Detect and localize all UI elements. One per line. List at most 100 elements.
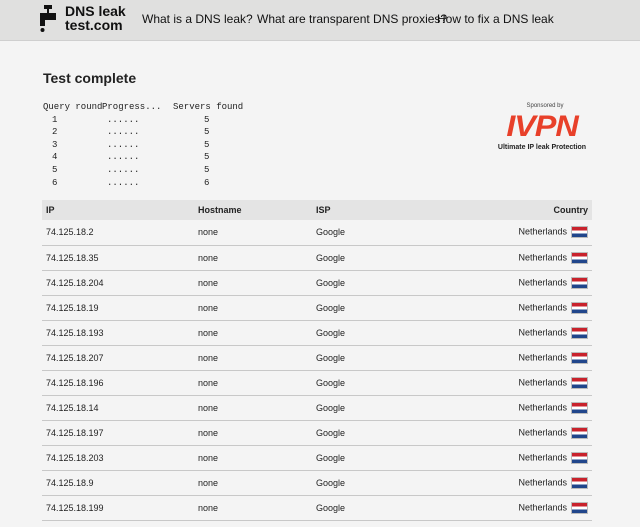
hostname-cell: none <box>198 477 219 488</box>
page-title: Test complete <box>43 70 137 86</box>
country-name: Netherlands <box>518 351 567 362</box>
ip-cell: 74.125.18.199 <box>46 502 104 513</box>
country-cell: Netherlands <box>472 245 592 270</box>
table-row: 74.125.18.193 none Google Netherlands <box>42 320 592 345</box>
netherlands-flag-icon <box>571 326 588 339</box>
ip-cell: 74.125.18.203 <box>46 452 104 463</box>
netherlands-flag-icon <box>571 401 588 414</box>
round-servers: 5 <box>204 152 210 163</box>
ip-cell: 74.125.18.197 <box>46 427 104 438</box>
ivpn-logo: IVPN <box>506 110 578 143</box>
table-row: 74.125.18.2 none Google Netherlands <box>42 220 592 245</box>
table-row: 74.125.18.197 none Google Netherlands <box>42 420 592 445</box>
table-row: 74.125.18.203 none Google Netherlands <box>42 445 592 470</box>
round-servers: 5 <box>204 114 210 125</box>
isp-cell: Google <box>316 327 346 338</box>
dns-results-table: IP Hostname ISP Country 74.125.18.2 none… <box>42 200 592 521</box>
round-number: 3 <box>52 139 58 150</box>
ip-cell: 74.125.18.196 <box>46 377 104 388</box>
isp-cell: Google <box>316 477 346 488</box>
netherlands-flag-icon <box>571 476 588 489</box>
round-number: 6 <box>52 177 58 188</box>
country-name: Netherlands <box>518 401 567 412</box>
ip-cell: 74.125.18.193 <box>46 327 104 338</box>
country-cell: Netherlands <box>472 445 592 470</box>
isp-cell: Google <box>316 377 346 388</box>
isp-cell: Google <box>316 402 346 413</box>
netherlands-flag-icon <box>571 451 588 464</box>
netherlands-flag-icon <box>571 351 588 364</box>
table-row: 74.125.18.204 none Google Netherlands <box>42 270 592 295</box>
hostname-cell: none <box>198 352 219 363</box>
ip-cell: 74.125.18.2 <box>46 227 94 238</box>
column-header-hostname: Hostname <box>198 205 242 215</box>
netherlands-flag-icon <box>571 301 588 314</box>
isp-cell: Google <box>316 427 346 438</box>
netherlands-flag-icon <box>571 276 588 289</box>
table-row: 74.125.18.9 none Google Netherlands <box>42 470 592 495</box>
results-header-row: IP Hostname ISP Country <box>42 200 592 220</box>
isp-cell: Google <box>316 227 346 238</box>
country-name: Netherlands <box>518 226 567 237</box>
country-cell: Netherlands <box>472 345 592 370</box>
country-name: Netherlands <box>518 251 567 262</box>
site-logo-text: DNS leak test.com <box>65 4 126 32</box>
country-name: Netherlands <box>518 276 567 287</box>
header-query-round: Query round <box>43 102 103 112</box>
nav-link-transparent-proxies[interactable]: What are transparent DNS proxies? <box>257 12 447 26</box>
isp-cell: Google <box>316 302 346 313</box>
netherlands-flag-icon <box>571 251 588 264</box>
hostname-cell: none <box>198 452 219 463</box>
round-servers: 6 <box>204 177 210 188</box>
round-number: 1 <box>52 114 58 125</box>
nav-link-what-is-dns-leak[interactable]: What is a DNS leak? <box>142 12 253 26</box>
country-cell: Netherlands <box>472 470 592 495</box>
netherlands-flag-icon <box>571 226 588 239</box>
round-servers: 5 <box>204 164 210 175</box>
sponsored-by-label: Sponsored by <box>526 103 564 109</box>
country-cell: Netherlands <box>472 320 592 345</box>
hostname-cell: none <box>198 502 219 513</box>
country-cell: Netherlands <box>472 495 592 520</box>
header-servers-found: Servers found <box>173 102 244 112</box>
country-cell: Netherlands <box>472 395 592 420</box>
hostname-cell: none <box>198 427 219 438</box>
round-number: 5 <box>52 164 58 175</box>
country-name: Netherlands <box>518 376 567 387</box>
round-progress: ...... <box>107 127 140 138</box>
round-number: 2 <box>52 127 58 138</box>
hostname-cell: none <box>198 402 219 413</box>
round-progress: ...... <box>107 139 140 150</box>
table-row: 74.125.18.199 none Google Netherlands <box>42 495 592 520</box>
hostname-cell: none <box>198 277 219 288</box>
round-progress: ...... <box>107 114 140 125</box>
nav-link-how-to-fix[interactable]: How to fix a DNS leak <box>437 12 554 26</box>
country-cell: Netherlands <box>472 420 592 445</box>
country-cell: Netherlands <box>472 220 592 245</box>
top-navigation-bar: DNS leak test.com What is a DNS leak? Wh… <box>0 0 640 41</box>
sponsor-ad-link[interactable]: Sponsored by IVPN Ultimate IP leak Prote… <box>498 103 598 151</box>
country-name: Netherlands <box>518 476 567 487</box>
isp-cell: Google <box>316 452 346 463</box>
hostname-cell: none <box>198 252 219 263</box>
ip-cell: 74.125.18.9 <box>46 477 94 488</box>
hostname-cell: none <box>198 327 219 338</box>
country-cell: Netherlands <box>472 270 592 295</box>
ip-cell: 74.125.18.14 <box>46 402 99 413</box>
round-progress: ...... <box>107 164 140 175</box>
round-servers: 5 <box>204 127 210 138</box>
site-logo-link[interactable]: DNS leak test.com <box>38 3 128 37</box>
hostname-cell: none <box>198 227 219 238</box>
table-row: 74.125.18.207 none Google Netherlands <box>42 345 592 370</box>
hostname-cell: none <box>198 377 219 388</box>
header-progress: Progress... <box>102 102 162 112</box>
country-name: Netherlands <box>518 301 567 312</box>
ip-cell: 74.125.18.35 <box>46 252 99 263</box>
hostname-cell: none <box>198 302 219 313</box>
round-servers: 5 <box>204 139 210 150</box>
isp-cell: Google <box>316 352 346 363</box>
logo-line-2: test.com <box>65 17 123 33</box>
country-name: Netherlands <box>518 326 567 337</box>
netherlands-flag-icon <box>571 426 588 439</box>
netherlands-flag-icon <box>571 501 588 514</box>
